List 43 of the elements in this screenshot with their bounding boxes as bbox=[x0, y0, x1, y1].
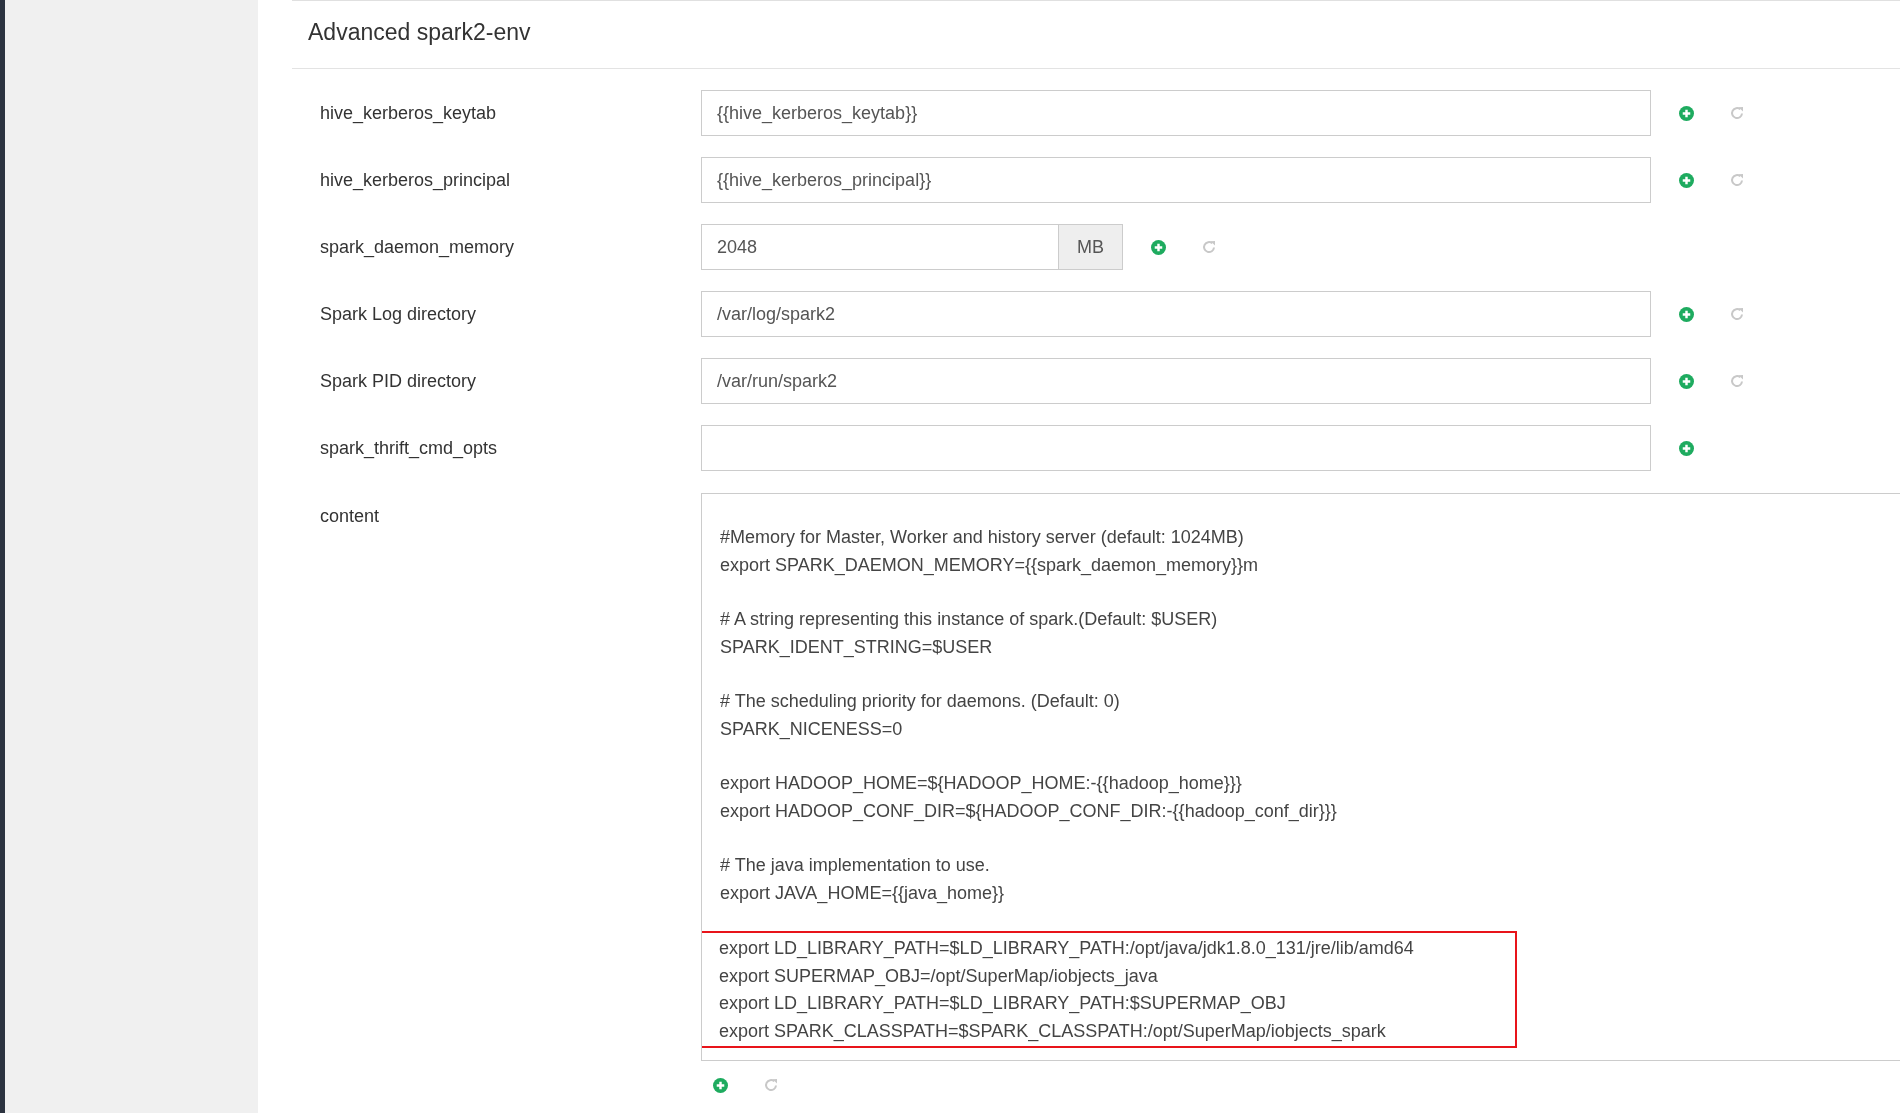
refresh-icon bbox=[1729, 172, 1745, 188]
code-line: # A string representing this instance of spark.(Default: $USER) bbox=[720, 608, 1219, 631]
section-title: Advanced spark2-env bbox=[308, 19, 532, 46]
refresh-icon bbox=[763, 1077, 779, 1093]
code-line: SPARK_IDENT_STRING=$USER bbox=[720, 635, 994, 660]
code-line: SPARK_NICENESS=0 bbox=[720, 717, 904, 742]
code-line: # The java implementation to use. bbox=[720, 854, 991, 877]
plus-circle-icon bbox=[712, 1077, 728, 1093]
refresh-icon bbox=[1729, 306, 1745, 322]
plus-circle-icon bbox=[1678, 172, 1694, 188]
refresh-icon bbox=[1201, 239, 1217, 255]
code-line: # The scheduling priority for daemons. (Default: 0) bbox=[720, 690, 1121, 713]
code-line: export SUPERMAP_OBJ=/opt/SuperMap/iobjects_java bbox=[719, 964, 1159, 989]
plus-circle-icon bbox=[1150, 239, 1166, 255]
code-line: export JAVA_HOME={{java_home}} bbox=[720, 881, 1005, 906]
field-label: Spark PID directory bbox=[319, 370, 478, 393]
refresh-icon bbox=[1729, 105, 1745, 121]
code-line: export LD_LIBRARY_PATH=$LD_LIBRARY_PATH:/opt/java/jdk1.8.0_131/jre/lib/amd64 bbox=[719, 937, 1415, 961]
input-field[interactable]: {{hive_kerberos_principal}} bbox=[701, 157, 1651, 203]
field-label: content bbox=[319, 505, 381, 528]
plus-circle-icon bbox=[1678, 440, 1694, 456]
refresh-icon bbox=[1729, 373, 1745, 389]
code-line: export LD_LIBRARY_PATH=$LD_LIBRARY_PATH:$SUPERMAP_OBJ bbox=[719, 992, 1287, 1016]
input-field[interactable]: 2048 bbox=[701, 224, 1059, 270]
input-field[interactable]: /var/log/spark2 bbox=[701, 291, 1651, 337]
plus-circle-icon bbox=[1678, 373, 1694, 389]
field-label: Spark Log directory bbox=[319, 303, 478, 326]
field-label: hive_kerberos_principal bbox=[319, 169, 512, 193]
code-line: #Memory for Master, Worker and history server (default: 1024MB) bbox=[720, 526, 1245, 549]
code-line: export SPARK_DAEMON_MEMORY={{spark_daemon_memory}}m bbox=[720, 553, 1260, 578]
plus-circle-icon bbox=[1678, 105, 1694, 121]
text-area[interactable] bbox=[701, 493, 1900, 1061]
input-field[interactable]: {{hive_kerberos_keytab}} bbox=[701, 90, 1651, 136]
field-label: hive_kerberos_keytab bbox=[319, 102, 498, 126]
field-label: spark_daemon_memory bbox=[319, 236, 516, 260]
input-field[interactable] bbox=[701, 425, 1651, 471]
input-field[interactable]: /var/run/spark2 bbox=[701, 358, 1651, 404]
plus-circle-icon bbox=[1678, 306, 1694, 322]
unit-label: MB bbox=[1059, 224, 1123, 270]
code-line: export HADOOP_CONF_DIR=${HADOOP_CONF_DIR:-{{hadoop_conf_dir}}} bbox=[720, 799, 1338, 824]
field-label: spark_thrift_cmd_opts bbox=[319, 437, 499, 461]
code-line: export SPARK_CLASSPATH=$SPARK_CLASSPATH:/opt/SuperMap/iobjects_spark bbox=[719, 1019, 1387, 1044]
code-line: export HADOOP_HOME=${HADOOP_HOME:-{{hadoop_home}}} bbox=[720, 772, 1243, 796]
